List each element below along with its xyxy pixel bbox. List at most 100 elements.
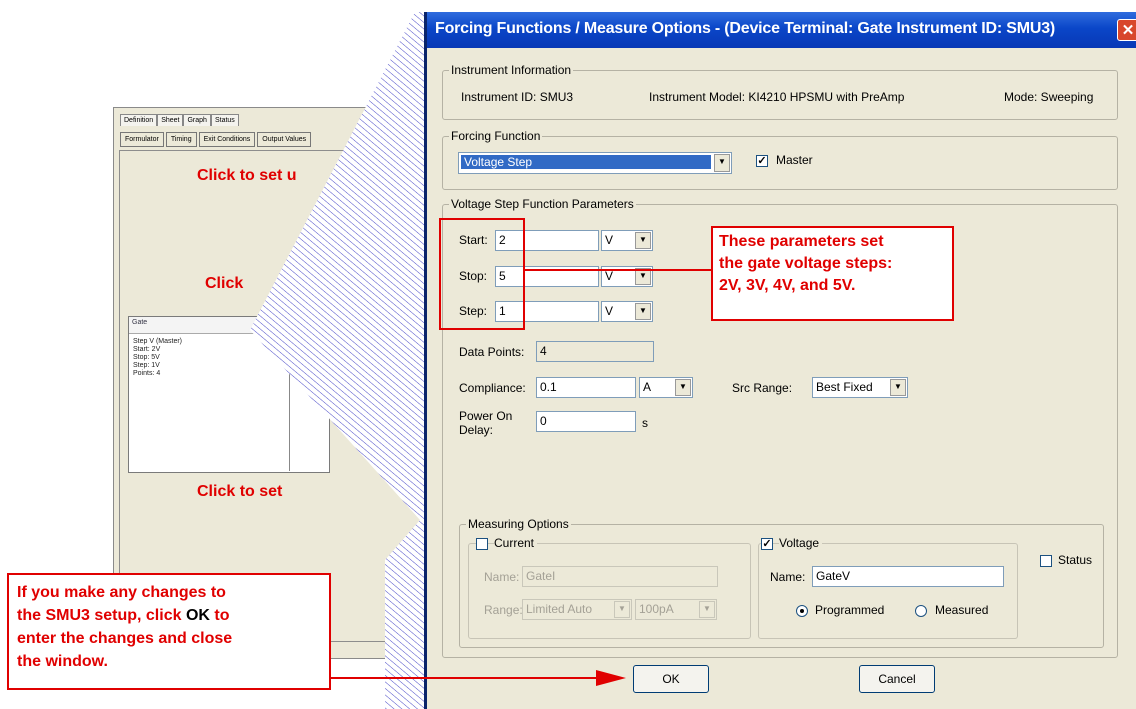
src-range-label: Src Range: [732, 381, 793, 395]
chevron-down-icon: ▼ [614, 601, 630, 618]
summary-line: Stop: 5V [133, 354, 160, 361]
measured-radio[interactable] [915, 605, 927, 617]
summary-line: Start: 2V [133, 346, 161, 353]
forcing-function-group: Forcing Function Voltage Step ▼ ✓ Master [442, 129, 1118, 190]
background-tabs: Definition Sheet Graph Status [120, 114, 239, 126]
ok-button[interactable]: OK [633, 665, 709, 693]
ok-annotation-line: the window. [17, 653, 108, 670]
tab-sheet[interactable]: Sheet [157, 114, 184, 126]
step-unit-select[interactable]: V ▼ [601, 301, 653, 322]
master-label: Master [776, 153, 813, 167]
summary-line: Step: 1V [133, 362, 160, 369]
summary-divider [289, 341, 290, 471]
summary-line: Points: 4 [133, 370, 161, 377]
instrument-info-group: Instrument Information Instrument ID: SM… [442, 63, 1118, 120]
voltage-label: Voltage [779, 536, 823, 550]
forcing-function-legend: Forcing Function [449, 129, 543, 143]
formulator-button[interactable]: Formulator [120, 132, 164, 147]
current-label: Current [494, 536, 538, 550]
voltage-name-label: Name: [770, 570, 806, 584]
current-name-input[interactable]: GateI [522, 566, 718, 587]
instrument-info-legend: Instrument Information [449, 63, 574, 77]
forcing-functions-dialog: Forcing Functions / Measure Options - (D… [424, 12, 1136, 709]
forcing-function-value: Voltage Step [461, 155, 711, 169]
current-range2-value: 100pA [639, 602, 674, 616]
current-range2-select[interactable]: 100pA ▼ [635, 599, 717, 620]
dialog-titlebar[interactable]: Forcing Functions / Measure Options - (D… [427, 12, 1136, 48]
mode-text: Mode: Sweeping [1004, 90, 1094, 104]
instrument-model-text: Instrument Model: KI4210 HPSMU with PreA… [649, 90, 905, 104]
timing-button[interactable]: Timing [165, 132, 197, 147]
output-values-button[interactable]: Output Values [257, 132, 312, 147]
current-name-label: Name: [484, 570, 520, 584]
master-checkbox[interactable]: ✓ [756, 155, 768, 167]
current-range-select[interactable]: Limited Auto ▼ [522, 599, 632, 620]
current-range-label: Range: [484, 603, 523, 617]
start-unit-value: V [605, 233, 614, 247]
compliance-unit-select[interactable]: A ▼ [639, 377, 693, 398]
voltage-name-input[interactable]: GateV [812, 566, 1004, 587]
power-on-delay-input[interactable]: 0 [536, 411, 636, 432]
chevron-down-icon: ▼ [635, 232, 651, 249]
click-to-set-label-3: Click to set [197, 483, 283, 500]
gate-summary-box[interactable]: Gate Step V (Master) Start: 2V Stop: 5V … [128, 316, 330, 473]
src-range-value: Best Fixed [816, 380, 873, 394]
background-subtabs: Formulator Timing Exit Conditions Output… [120, 132, 312, 147]
dialog-title: Forcing Functions / Measure Options - (D… [435, 20, 1056, 37]
chevron-down-icon: ▼ [890, 379, 906, 396]
exit-conditions-button[interactable]: Exit Conditions [198, 132, 256, 147]
close-icon: ✕ [1121, 22, 1135, 39]
measured-label: Measured [935, 603, 989, 617]
tab-definition[interactable]: Definition [120, 114, 158, 126]
voltage-subgroup [758, 543, 1018, 639]
current-range-value: Limited Auto [526, 602, 593, 616]
status-label: Status [1058, 553, 1093, 567]
chevron-down-icon: ▼ [699, 601, 715, 618]
ok-annotation-text: to [209, 607, 230, 624]
power-on-label-line1: Power On [459, 409, 513, 423]
data-points-label: Data Points: [459, 345, 525, 359]
current-subgroup [468, 543, 751, 639]
chevron-down-icon: ▼ [635, 268, 651, 285]
compliance-unit-value: A [643, 380, 652, 394]
stop-unit-value: V [605, 269, 614, 283]
power-on-label-line2: Delay: [459, 423, 494, 437]
ok-annotation-line: If you make any changes to [17, 584, 226, 601]
chevron-down-icon: ▼ [675, 379, 691, 396]
stop-unit-select[interactable]: V ▼ [601, 266, 653, 287]
programmed-label: Programmed [815, 603, 885, 617]
tab-status[interactable]: Status [210, 114, 239, 126]
compliance-label: Compliance: [459, 381, 526, 395]
measuring-options-legend: Measuring Options [466, 517, 571, 531]
instrument-id-text: Instrument ID: SMU3 [461, 90, 574, 104]
params-annotation-line: These parameters set [719, 233, 884, 250]
chevron-down-icon: ▼ [714, 154, 730, 172]
params-highlight-box [439, 218, 525, 330]
cancel-button[interactable]: Cancel [859, 665, 935, 693]
status-checkbox[interactable] [1040, 555, 1052, 567]
click-to-set-label-1: Click to set u [197, 167, 297, 184]
close-button[interactable]: ✕ [1117, 19, 1136, 41]
summary-line: Step V (Master) [133, 338, 183, 345]
tab-graph[interactable]: Graph [183, 114, 211, 126]
gate-summary-lines: Step V (Master) Start: 2V Stop: 5V Step:… [129, 334, 329, 382]
power-on-unit: s [642, 416, 648, 430]
params-annotation: These parameters set the gate voltage st… [711, 226, 954, 321]
current-checkbox[interactable] [476, 538, 488, 550]
ok-annotation-emphasis: OK [185, 607, 210, 624]
compliance-input[interactable]: 0.1 [536, 377, 636, 398]
voltage-checkbox[interactable]: ✓ [761, 538, 773, 550]
params-annotation-line: the gate voltage steps: [719, 255, 893, 272]
src-range-select[interactable]: Best Fixed ▼ [812, 377, 908, 398]
ok-annotation: If you make any changes to the SMU3 setu… [7, 573, 331, 690]
data-points-value: 4 [536, 341, 654, 362]
step-unit-value: V [605, 304, 614, 318]
start-unit-select[interactable]: V ▼ [601, 230, 653, 251]
params-annotation-line: 2V, 3V, 4V, and 5V. [719, 277, 856, 294]
ok-annotation-line: the SMU3 setup, click OK to [17, 604, 321, 627]
gate-summary-header: Gate [129, 317, 329, 334]
programmed-radio[interactable] [796, 605, 808, 617]
forcing-function-select[interactable]: Voltage Step ▼ [458, 152, 732, 174]
chevron-down-icon: ▼ [635, 303, 651, 320]
params-legend: Voltage Step Function Parameters [449, 197, 636, 211]
